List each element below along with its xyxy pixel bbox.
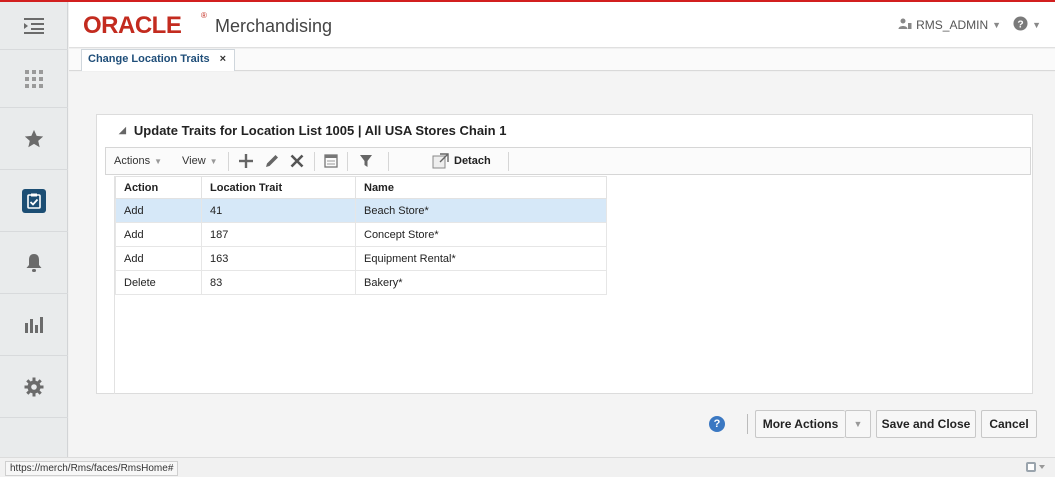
user-icon bbox=[898, 18, 912, 33]
actions-menu[interactable]: Actions ▼ bbox=[114, 155, 162, 167]
cell-action: Add bbox=[115, 222, 202, 247]
cell-action: Add bbox=[115, 246, 202, 271]
chevron-down-icon: ▼ bbox=[154, 157, 162, 166]
cell-name: Bakery* bbox=[355, 270, 607, 295]
reports-chart-icon bbox=[24, 316, 44, 334]
detach-button[interactable]: Detach bbox=[454, 155, 491, 167]
tasks-menu-icon bbox=[23, 17, 45, 35]
settings-gear-icon bbox=[24, 377, 44, 397]
column-header-action[interactable]: Action bbox=[115, 176, 202, 199]
help-icon: ? bbox=[1013, 16, 1028, 34]
toolbar-separator bbox=[314, 152, 315, 171]
table-row[interactable]: Add 187 Concept Store* bbox=[115, 222, 607, 247]
app-header: ORACLE ® Merchandising RMS_ADMIN ▼ ? ▼ bbox=[69, 2, 1055, 48]
settings-button[interactable] bbox=[0, 356, 68, 418]
traits-table: Action Location Trait Name Add 41 Beach … bbox=[115, 176, 607, 295]
row-header-column bbox=[105, 176, 115, 394]
svg-text:?: ? bbox=[1017, 19, 1023, 30]
collapse-icon[interactable]: ◢ bbox=[119, 125, 126, 136]
task-clipboard-icon bbox=[22, 188, 46, 213]
toolbar-separator bbox=[228, 152, 229, 171]
column-header-name[interactable]: Name bbox=[355, 176, 607, 199]
update-traits-panel: ◢ Update Traits for Location List 1005 |… bbox=[96, 114, 1033, 394]
cell-location-trait: 83 bbox=[201, 270, 356, 295]
user-name: RMS_ADMIN bbox=[916, 18, 989, 32]
tab-change-location-traits[interactable]: Change Location Traits × bbox=[81, 49, 236, 71]
favorites-button[interactable] bbox=[0, 108, 68, 170]
cell-action: Add bbox=[115, 198, 202, 223]
chevron-down-icon: ▼ bbox=[853, 419, 863, 429]
apps-grid-icon bbox=[24, 69, 44, 89]
user-area: RMS_ADMIN ▼ ? ▼ bbox=[898, 16, 1041, 34]
oracle-logo: ORACLE bbox=[83, 12, 182, 39]
view-menu[interactable]: View ▼ bbox=[182, 155, 218, 167]
apps-button[interactable] bbox=[0, 50, 68, 108]
toolbar-separator bbox=[508, 152, 509, 171]
add-icon[interactable] bbox=[238, 153, 254, 172]
help-menu[interactable]: ? ▼ bbox=[1013, 16, 1041, 34]
toolbar-separator bbox=[347, 152, 348, 171]
chevron-down-icon: ▼ bbox=[1032, 20, 1041, 30]
panel-title: Update Traits for Location List 1005 | A… bbox=[133, 123, 507, 138]
reports-button[interactable] bbox=[0, 294, 68, 356]
accessibility-icon[interactable] bbox=[1025, 461, 1045, 476]
notifications-bell-icon bbox=[25, 253, 43, 273]
cell-name: Equipment Rental* bbox=[355, 246, 607, 271]
cell-location-trait: 41 bbox=[201, 198, 356, 223]
table-row[interactable]: Add 41 Beach Store* bbox=[115, 198, 607, 223]
table-header-row: Action Location Trait Name bbox=[115, 176, 607, 199]
more-actions-dropdown[interactable]: ▼ bbox=[845, 410, 871, 438]
favorites-star-icon bbox=[23, 128, 45, 150]
tab-strip: Change Location Traits × bbox=[69, 49, 1055, 71]
freeze-icon[interactable] bbox=[323, 153, 339, 172]
help-icon[interactable]: ? bbox=[709, 416, 725, 432]
registered-mark: ® bbox=[201, 11, 207, 20]
table-row[interactable]: Delete 83 Bakery* bbox=[115, 270, 607, 295]
tasks-button[interactable] bbox=[0, 170, 68, 232]
table-toolbar: Actions ▼ View ▼ Detach bbox=[105, 147, 1031, 175]
column-header-location-trait[interactable]: Location Trait bbox=[201, 176, 356, 199]
action-separator bbox=[747, 414, 748, 434]
traits-table-area: Action Location Trait Name Add 41 Beach … bbox=[105, 176, 1031, 394]
chevron-down-icon: ▼ bbox=[209, 157, 218, 166]
delete-icon[interactable] bbox=[289, 153, 305, 172]
cell-location-trait: 163 bbox=[201, 246, 356, 271]
table-row[interactable]: Add 163 Equipment Rental* bbox=[115, 246, 607, 271]
toolbar-separator bbox=[388, 152, 389, 171]
left-sidebar bbox=[0, 2, 68, 457]
filter-icon[interactable] bbox=[358, 153, 374, 172]
tasks-menu-button[interactable] bbox=[0, 2, 68, 50]
more-actions-button[interactable]: More Actions bbox=[755, 410, 845, 438]
app-name: Merchandising bbox=[215, 16, 333, 36]
cell-location-trait: 187 bbox=[201, 222, 356, 247]
user-menu[interactable]: RMS_ADMIN ▼ bbox=[898, 18, 1001, 33]
detach-icon[interactable] bbox=[432, 153, 449, 172]
save-and-close-button[interactable]: Save and Close bbox=[876, 410, 976, 438]
cell-name: Concept Store* bbox=[355, 222, 607, 247]
chevron-down-icon: ▼ bbox=[992, 20, 1002, 30]
cell-name: Beach Store* bbox=[355, 198, 607, 223]
main-content: ◢ Update Traits for Location List 1005 |… bbox=[69, 72, 1055, 457]
cancel-button[interactable]: Cancel bbox=[981, 410, 1037, 438]
tab-label: Change Location Traits bbox=[88, 53, 210, 65]
notifications-button[interactable] bbox=[0, 232, 68, 294]
status-bar: https://merch/Rms/faces/RmsHome# bbox=[0, 457, 1055, 477]
close-icon[interactable]: × bbox=[220, 53, 226, 71]
status-url: https://merch/Rms/faces/RmsHome# bbox=[5, 461, 179, 476]
edit-icon[interactable] bbox=[264, 153, 280, 172]
cell-action: Delete bbox=[115, 270, 202, 295]
panel-header: ◢ Update Traits for Location List 1005 |… bbox=[119, 123, 506, 138]
